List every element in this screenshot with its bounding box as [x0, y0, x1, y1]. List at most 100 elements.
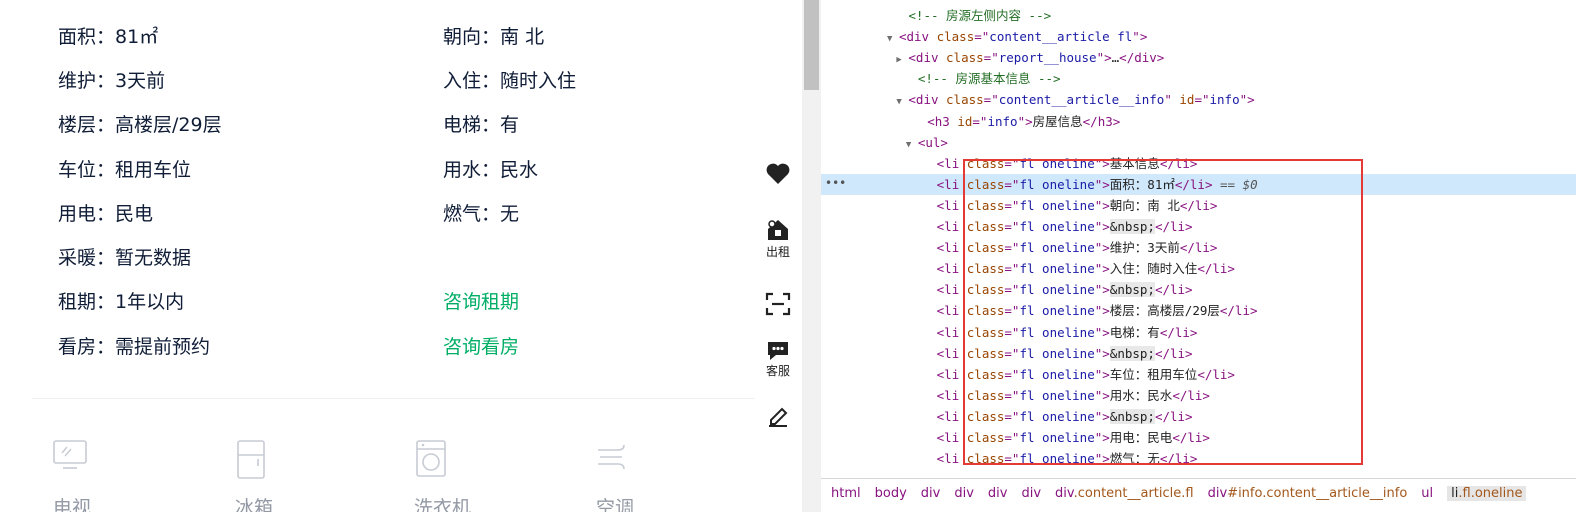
devtools-breadcrumb: html body div div div div div.content__article… [821, 478, 1576, 512]
info-value: 需提前预约 [115, 336, 211, 358]
info-value: 3天前 [115, 70, 166, 92]
breadcrumb-tag: div [1207, 486, 1228, 501]
breadcrumb-class: .content__article.fl [1073, 486, 1194, 501]
customer-service-button[interactable]: 客服 [754, 339, 802, 379]
breadcrumb-item[interactable]: div.content__article.fl [1055, 486, 1194, 501]
rent-out-label: 出租 [765, 245, 790, 259]
breadcrumb-item[interactable]: div [954, 486, 974, 501]
breadcrumb-item[interactable]: li.fl.oneline [1447, 486, 1527, 501]
info-label: 面积 [58, 26, 115, 48]
breadcrumb-item[interactable]: div [988, 486, 1008, 501]
breadcrumb-item[interactable]: div#info.content__article__info [1208, 486, 1408, 501]
code-token: "> [1132, 29, 1148, 45]
facility-label: 洗衣机 [414, 497, 472, 512]
more-actions-icon[interactable]: ••• [825, 176, 846, 190]
info-label: 电梯 [443, 114, 500, 136]
code-token: =" [974, 29, 990, 45]
info-floor: 楼层高楼层/29层 [58, 113, 222, 137]
breadcrumb-tag: div [1021, 486, 1042, 501]
house-info-page: 面积81㎡ 朝向南 北 维护3天前 入住随时入住 楼层高楼层/29层 电梯有 车… [0, 0, 754, 512]
code-token: "> [1096, 50, 1112, 66]
code-token: class [946, 92, 984, 108]
info-label: 朝向 [443, 26, 500, 48]
code-token: =" [972, 113, 988, 129]
page-scrollbar-thumb[interactable] [804, 0, 819, 90]
breadcrumb-item[interactable]: div [1021, 486, 1041, 501]
facility-tv: 电视 [53, 440, 113, 512]
info-label: 用水 [443, 159, 500, 181]
heart-icon [754, 162, 802, 186]
breadcrumb-item[interactable]: body [875, 486, 907, 501]
info-value: 随时入住 [500, 70, 577, 92]
code-token: class [936, 29, 975, 45]
info-label: 看房 [58, 336, 115, 358]
info-electricity: 用电民电 [58, 202, 153, 226]
facility-air-conditioner: 空调 [596, 440, 656, 512]
consult-lease-link[interactable]: 咨询租期 [443, 290, 519, 314]
breadcrumb-tag: html [831, 486, 861, 501]
info-label: 燃气 [443, 203, 500, 225]
breadcrumb-item[interactable]: ul [1421, 486, 1433, 501]
consult-viewing-link[interactable]: 咨询看房 [443, 335, 519, 359]
info-lease-term: 租期1年以内 [58, 290, 184, 314]
customer-service-label: 客服 [765, 364, 790, 378]
code-token: <!-- 房源左侧内容 --> [908, 8, 1052, 23]
dom-node-line[interactable]: <h3 id="info">房屋信息</h3> [821, 111, 1576, 132]
code-token: <div [908, 92, 947, 108]
info-label: 楼层 [58, 114, 115, 136]
air-conditioner-icon [596, 440, 656, 474]
code-token: <h3 [927, 113, 958, 129]
code-token: id [957, 113, 973, 129]
edit-button[interactable] [754, 402, 802, 428]
code-token: =" [1194, 92, 1210, 108]
info-label: 用电 [58, 203, 115, 225]
dom-node-line[interactable]: <!-- 房源左侧内容 --> [821, 5, 1576, 26]
code-token: " [1164, 92, 1180, 108]
rent-out-button[interactable]: 出租 [754, 218, 802, 260]
info-gas: 燃气无 [443, 202, 519, 226]
info-value: 高楼层/29层 [115, 114, 222, 136]
code-token: </div> [1119, 50, 1165, 66]
info-value: 民电 [115, 203, 154, 225]
info-label: 租期 [58, 291, 115, 313]
breadcrumb-tag: ul [1421, 486, 1434, 501]
code-token: 房屋信息 [1032, 113, 1083, 129]
info-value: 南 北 [500, 26, 545, 48]
house-key-icon [754, 218, 802, 242]
facility-washer: 洗衣机 [414, 440, 474, 512]
code-token: content__article__info [998, 92, 1165, 108]
info-value: 81㎡ [115, 26, 159, 48]
info-parking: 车位租用车位 [58, 158, 191, 182]
code-token: <div [908, 50, 947, 66]
dom-node-line[interactable]: ▼ <div class="content__article fl"> [821, 26, 1576, 47]
code-token: info [987, 113, 1018, 129]
dom-node-line[interactable]: ▼ <ul> [821, 132, 1576, 153]
scan-button[interactable] [754, 292, 802, 316]
breadcrumb-item[interactable]: div [921, 486, 941, 501]
breadcrumb-tag: div [954, 486, 974, 501]
favorite-button[interactable] [754, 162, 802, 186]
dom-node-line[interactable]: ▶ <div class="report__house">…</div> [821, 47, 1576, 68]
code-token: report__house [998, 50, 1097, 66]
info-label: 维护 [58, 70, 115, 92]
info-elevator: 电梯有 [443, 113, 519, 137]
breadcrumb-tag: div [987, 486, 1008, 501]
breadcrumb-tag: div [920, 486, 941, 501]
code-token: </h3> [1082, 113, 1121, 129]
info-value: 有 [500, 114, 520, 136]
code-token: info [1209, 92, 1240, 108]
info-value: 暂无数据 [115, 247, 192, 269]
chat-icon [754, 339, 802, 361]
info-value: 民水 [500, 159, 539, 181]
fridge-icon [235, 440, 295, 480]
info-move-in: 入住随时入住 [443, 69, 576, 93]
floating-side-bar: 出租 客服 [754, 0, 802, 512]
info-area: 面积81㎡ [58, 25, 158, 49]
facility-label: 冰箱 [235, 497, 274, 512]
breadcrumb-item[interactable]: html [831, 486, 861, 501]
dom-node-line[interactable]: <!-- 房源基本信息 --> [821, 68, 1576, 89]
info-value: 租用车位 [115, 159, 192, 181]
scan-icon [754, 292, 802, 316]
info-heating: 采暖暂无数据 [58, 246, 191, 270]
dom-node-line[interactable]: ▼ <div class="content__article__info" id=… [821, 89, 1576, 110]
